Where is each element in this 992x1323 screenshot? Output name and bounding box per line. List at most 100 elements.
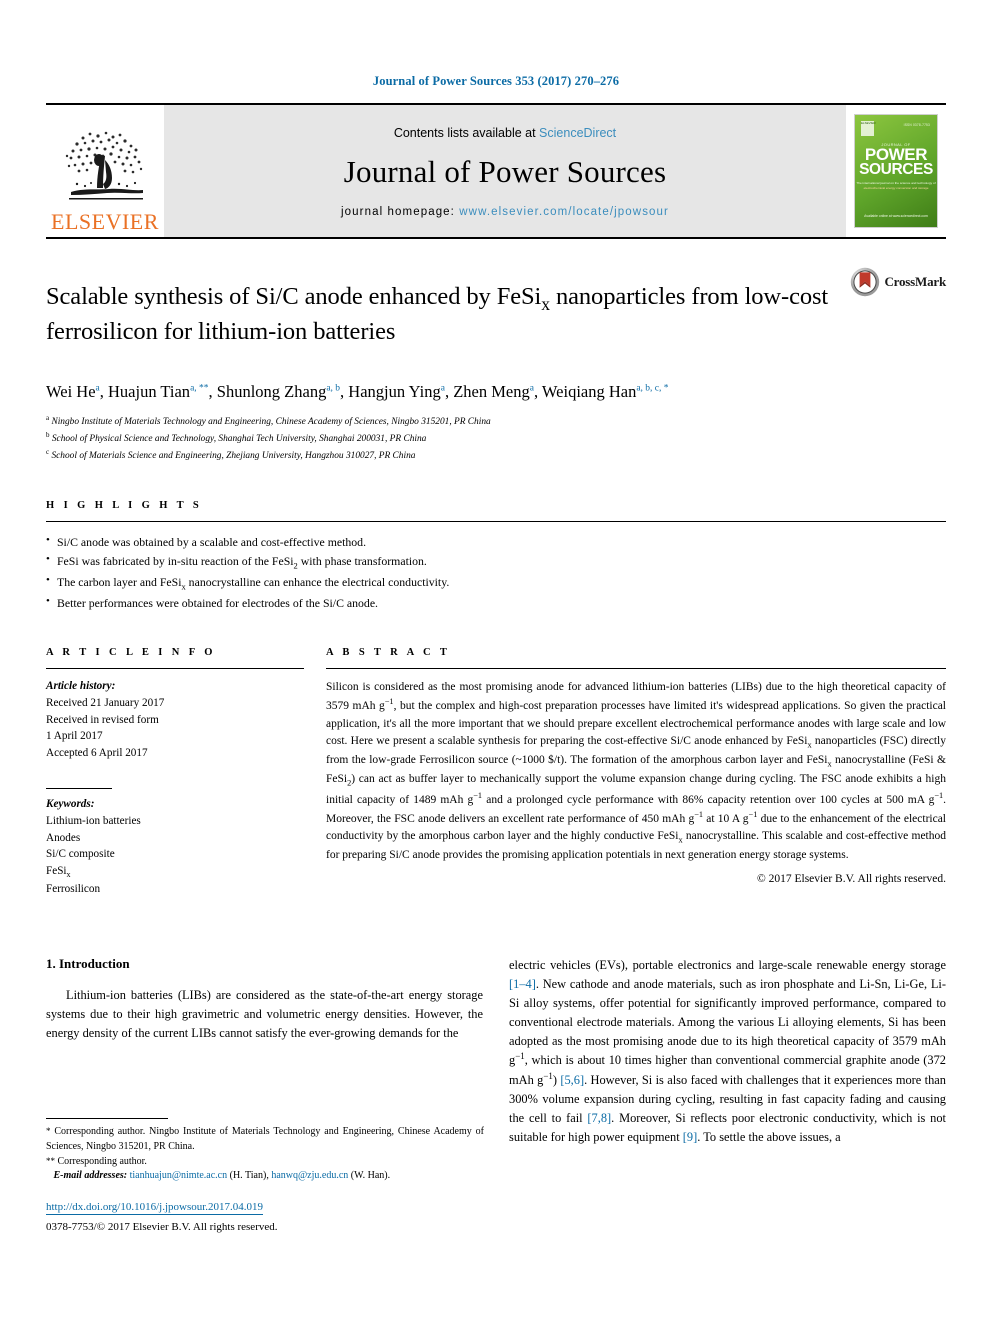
- crossmark-badge[interactable]: CrossMark: [850, 267, 946, 297]
- journal-banner: Contents lists available at ScienceDirec…: [164, 105, 846, 237]
- introduction-paragraph-left: Lithium-ion batteries (LIBs) are conside…: [46, 988, 483, 1040]
- citation-7-8[interactable]: [7,8]: [587, 1111, 611, 1125]
- cover-tagline: The international journal on the science…: [855, 181, 937, 190]
- affiliation-b-text: School of Physical Science and Technolog…: [51, 434, 427, 445]
- journal-masthead: ELSEVIER Contents lists available at Sci…: [46, 103, 946, 239]
- affiliation-c-text: School of Materials Science and Engineer…: [51, 450, 416, 461]
- list-item: Better performances were obtained for el…: [46, 593, 946, 613]
- highlight-4: Better performances were obtained for el…: [57, 595, 379, 610]
- keywords-divider: [46, 787, 112, 789]
- keyword-1: Lithium-ion batteries: [46, 814, 141, 827]
- corresponding-mark-2: **: [46, 1155, 55, 1166]
- doi-wrapper: http://dx.doi.org/10.1016/j.jpowsour.201…: [46, 1184, 484, 1216]
- highlights-heading: H I G H L I G H T S: [46, 499, 203, 511]
- email-label: E-mail addresses:: [53, 1170, 128, 1182]
- author-1-sep: ,: [99, 382, 108, 402]
- email-link-2[interactable]: hanwq@zju.edu.cn: [271, 1170, 348, 1181]
- article-info-heading: A R T I C L E I N F O: [46, 646, 216, 658]
- fesi2-subscript: 2: [293, 559, 298, 570]
- cover-tagline-1: The international journal on the science…: [856, 181, 936, 185]
- history-accepted: Accepted 6 April 2017: [46, 747, 148, 760]
- email-link-1[interactable]: tianhuajun@nimte.ac.cn: [130, 1170, 228, 1181]
- cover-publisher-mark: ELSEVIER: [861, 121, 876, 136]
- article-history-block: Article history: Received 21 January 201…: [46, 678, 304, 762]
- author-1-name: Wei He: [46, 382, 96, 402]
- author-1: Wei Hea,: [46, 382, 108, 401]
- citation-5-6[interactable]: [5,6]: [560, 1074, 584, 1088]
- author-3-marks: a, b: [326, 383, 341, 394]
- author-6-name: Weiqiang Han: [541, 382, 637, 402]
- issn-copyright-line: 0378-7753/© 2017 Elsevier B.V. All right…: [46, 1220, 278, 1233]
- author-3-name: Shunlong Zhang: [216, 382, 327, 402]
- author-2-marks: a, **: [190, 383, 209, 394]
- fesix-subscript: x: [181, 581, 186, 592]
- journal-article-page: Journal of Power Sources 353 (2017) 270–…: [0, 0, 992, 1323]
- keyword-fesix-subscript: x: [66, 870, 71, 880]
- abstract-text: Silicon is considered as the most promis…: [326, 680, 947, 862]
- introduction-heading: 1. Introduction: [46, 956, 130, 972]
- footnote-block: * Corresponding author. Ningbo Institute…: [46, 1118, 484, 1235]
- author-2-sep: ,: [208, 382, 217, 402]
- elsevier-tree-icon: [65, 131, 143, 200]
- author-6-marks: a, b, c, *: [636, 383, 669, 394]
- page-title: Scalable synthesis of Si/C anode enhance…: [46, 281, 850, 348]
- affiliation-c-mark: c: [46, 447, 50, 456]
- cover-title-line2: SOURCES: [859, 160, 933, 178]
- title-block: Scalable synthesis of Si/C anode enhance…: [46, 265, 946, 364]
- affiliation-a-mark: a: [46, 414, 50, 423]
- history-revised-date: 1 April 2017: [46, 730, 103, 743]
- cover-footer: Available online at www.sciencedirect.co…: [864, 213, 928, 218]
- homepage-prefix: journal homepage:: [341, 206, 460, 218]
- author-5: Zhen Menga,: [453, 382, 542, 401]
- email-who-1: (H. Tian): [229, 1170, 267, 1182]
- author-3: Shunlong Zhanga, b,: [217, 382, 349, 401]
- list-item: FeSi was fabricated by in-situ reaction …: [46, 551, 946, 573]
- highlight-1: Si/C anode was obtained by a scalable an…: [57, 534, 367, 549]
- title-subscript: x: [541, 294, 550, 315]
- elsevier-wordmark: ELSEVIER: [51, 209, 159, 234]
- highlights-section: H I G H L I G H T S Si/C anode was obtai…: [46, 500, 946, 613]
- corresponding-mark-1: *: [46, 1126, 51, 1136]
- author-4-name: Hangjun Ying: [348, 382, 441, 402]
- affiliation-b: b School of Physical Science and Technol…: [46, 430, 946, 447]
- journal-title: Journal of Power Sources: [343, 154, 667, 189]
- running-head: Journal of Power Sources 353 (2017) 270–…: [372, 74, 620, 88]
- affiliation-b-mark: b: [46, 431, 50, 440]
- author-4: Hangjun Yinga,: [348, 382, 453, 401]
- list-item: Si/C anode was obtained by a scalable an…: [46, 531, 946, 552]
- journal-cover-image: ELSEVIER ISSN 0378-7753 JOURNAL OF POWER…: [855, 115, 937, 227]
- citation-9[interactable]: [9]: [683, 1130, 697, 1144]
- contents-available-line: Contents lists available at ScienceDirec…: [394, 126, 616, 140]
- author-6: Weiqiang Hana, b, c, *: [542, 382, 669, 401]
- corresponding-text-1: Corresponding author. Ningbo Institute o…: [46, 1126, 484, 1152]
- homepage-url-link[interactable]: www.elsevier.com/locate/jpowsour: [459, 206, 669, 218]
- cover-title: POWER SOURCES: [855, 146, 937, 178]
- affiliation-a: a Ningbo Institute of Materials Technolo…: [46, 413, 946, 430]
- keywords-label: Keywords:: [46, 797, 95, 810]
- sciencedirect-link[interactable]: ScienceDirect: [539, 126, 616, 140]
- elsevier-logo: ELSEVIER: [46, 105, 164, 237]
- cover-issn: ISSN 0378-7753: [903, 123, 930, 127]
- email-who-2: (W. Han).: [350, 1170, 391, 1182]
- keyword-2: Anodes: [46, 831, 81, 844]
- author-5-sep: ,: [533, 382, 542, 402]
- affiliation-a-text: Ningbo Institute of Materials Technology…: [51, 417, 491, 428]
- history-revised-form: Received in revised form: [46, 713, 159, 726]
- keywords-block: Keywords: Lithium-ion batteries Anodes S…: [46, 796, 304, 898]
- author-4-sep: ,: [444, 382, 454, 402]
- author-2: Huajun Tiana, **,: [108, 382, 217, 401]
- abstract-divider: [326, 667, 946, 669]
- email-addresses-line: E-mail addresses: tianhuajun@nimte.ac.cn…: [53, 1170, 391, 1182]
- keyword-5: Ferrosilicon: [46, 883, 101, 896]
- author-5-name: Zhen Meng: [453, 382, 530, 402]
- info-abstract-row: A R T I C L E I N F O Article history: R…: [46, 647, 946, 898]
- doi-link[interactable]: http://dx.doi.org/10.1016/j.jpowsour.201…: [46, 1200, 264, 1216]
- footnote-divider: [46, 1118, 168, 1119]
- contents-prefix: Contents lists available at: [393, 126, 540, 140]
- history-received: Received 21 January 2017: [46, 696, 165, 709]
- keyword-3: Si/C composite: [46, 848, 115, 861]
- journal-cover-cell: ELSEVIER ISSN 0378-7753 JOURNAL OF POWER…: [846, 105, 946, 237]
- citation-1-4[interactable]: [1–4]: [509, 977, 536, 991]
- cover-tagline-2: electrochemical energy conversion and st…: [863, 185, 929, 190]
- author-2-name: Huajun Tian: [108, 382, 191, 402]
